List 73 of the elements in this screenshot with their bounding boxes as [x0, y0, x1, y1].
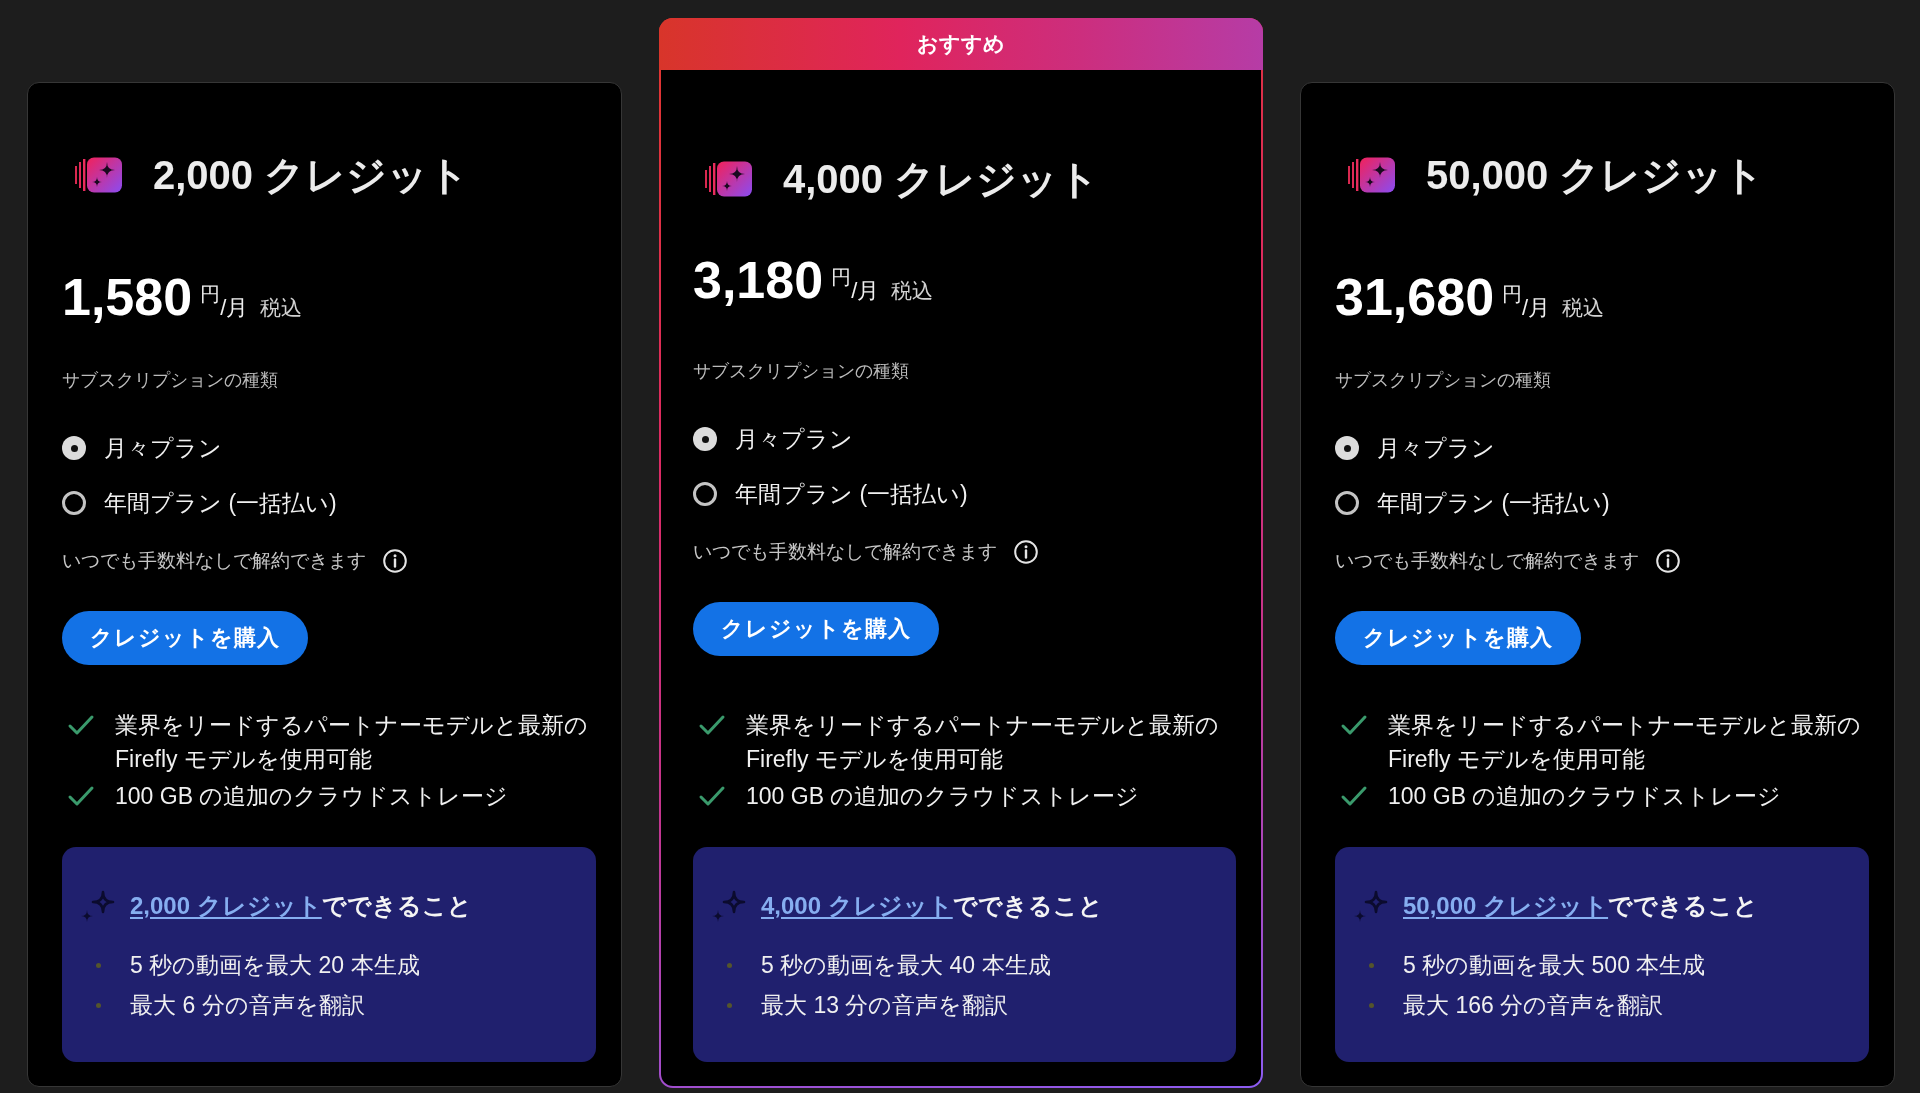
bullet-dot-icon [727, 1002, 732, 1008]
plan-title: 2,000 クレジット [153, 155, 470, 195]
radio-label[interactable]: 月々プラン [735, 424, 853, 454]
radio-button[interactable] [1335, 436, 1359, 460]
radio-label[interactable]: 年間プラン (一括払い) [1377, 488, 1610, 518]
plan-title: 4,000 クレジット [783, 159, 1100, 199]
bullet-dot-icon [1369, 1002, 1374, 1008]
check-icon [67, 784, 95, 808]
tax-note: 税込 [1562, 296, 1605, 319]
check-icon [67, 713, 95, 737]
billing-period: /月 [220, 295, 249, 320]
feature-text: 100 GB の追加のクラウドストレージ [115, 782, 509, 811]
subscription-type-label: サブスクリプションの種類 [693, 361, 910, 381]
feature-text: 業界をリードするパートナーモデルと最新の Firefly モデルを使用可能 [746, 711, 1220, 774]
recommended-badge: おすすめ [659, 18, 1263, 70]
radio-label[interactable]: 月々プラン [1377, 433, 1495, 463]
buy-credits-button[interactable]: クレジットを購入 [693, 602, 939, 656]
sparkle-tile-icon [705, 161, 752, 197]
bullet-dot-icon [1369, 962, 1374, 968]
currency-unit: 円 [1502, 283, 1523, 305]
radio-label[interactable]: 年間プラン (一括払い) [104, 488, 337, 518]
check-icon [698, 784, 726, 808]
usage-item: 5 秒の動画を最大 40 本生成 [761, 951, 1051, 980]
radio-button[interactable] [693, 427, 717, 451]
usage-item: 5 秒の動画を最大 20 本生成 [130, 951, 420, 980]
usage-heading: 4,000 クレジット でできること [761, 891, 1103, 921]
check-icon [698, 713, 726, 737]
credits-link[interactable]: 2,000 クレジット [130, 892, 322, 919]
radio-button[interactable] [62, 491, 86, 515]
buy-credits-button[interactable]: クレジットを購入 [1335, 611, 1581, 665]
sparkle-tile-icon [75, 157, 122, 193]
currency-unit: 円 [831, 266, 852, 288]
usage-item: 5 秒の動画を最大 500 本生成 [1403, 951, 1706, 980]
bullet-dot-icon [96, 1002, 101, 1008]
price-amount: 31,680 [1335, 268, 1495, 326]
feature-text: 業界をリードするパートナーモデルと最新の Firefly モデルを使用可能 [1388, 711, 1862, 774]
usage-heading: 2,000 クレジット でできること [130, 891, 472, 921]
price-amount: 3,180 [693, 251, 824, 309]
info-icon[interactable] [1014, 540, 1038, 564]
cancel-note: いつでも手数料なしで解約できます [693, 540, 997, 564]
cancel-note: いつでも手数料なしで解約できます [1335, 549, 1639, 573]
billing-period: /月 [1522, 295, 1551, 320]
radio-button[interactable] [62, 436, 86, 460]
subscription-type-label: サブスクリプションの種類 [1335, 370, 1552, 390]
price-amount: 1,580 [62, 268, 193, 326]
radio-button[interactable] [693, 482, 717, 506]
tax-note: 税込 [891, 279, 934, 302]
plan-title: 50,000 クレジット [1426, 155, 1765, 195]
currency-unit: 円 [200, 283, 221, 305]
cancel-note: いつでも手数料なしで解約できます [62, 549, 366, 573]
check-icon [1340, 784, 1368, 808]
usage-item: 最大 166 分の音声を翻訳 [1403, 991, 1664, 1020]
radio-button[interactable] [1335, 491, 1359, 515]
feature-text: 100 GB の追加のクラウドストレージ [1388, 782, 1782, 811]
info-icon[interactable] [1656, 549, 1680, 573]
bullet-dot-icon [96, 962, 101, 968]
credits-link[interactable]: 50,000 クレジット [1403, 892, 1609, 919]
check-icon [1340, 713, 1368, 737]
credits-link[interactable]: 4,000 クレジット [761, 892, 953, 919]
sparkle-tile-icon [1348, 157, 1395, 193]
radio-label[interactable]: 月々プラン [104, 433, 222, 463]
tax-note: 税込 [260, 296, 303, 319]
feature-text: 業界をリードするパートナーモデルと最新の Firefly モデルを使用可能 [115, 711, 589, 774]
billing-period: /月 [851, 278, 880, 303]
bullet-dot-icon [727, 962, 732, 968]
usage-item: 最大 6 分の音声を翻訳 [130, 991, 365, 1020]
info-icon[interactable] [383, 549, 407, 573]
subscription-type-label: サブスクリプションの種類 [62, 370, 279, 390]
feature-text: 100 GB の追加のクラウドストレージ [746, 782, 1140, 811]
buy-credits-button[interactable]: クレジットを購入 [62, 611, 308, 665]
radio-label[interactable]: 年間プラン (一括払い) [735, 479, 968, 509]
usage-heading: 50,000 クレジット でできること [1403, 891, 1759, 921]
usage-item: 最大 13 分の音声を翻訳 [761, 991, 1009, 1020]
